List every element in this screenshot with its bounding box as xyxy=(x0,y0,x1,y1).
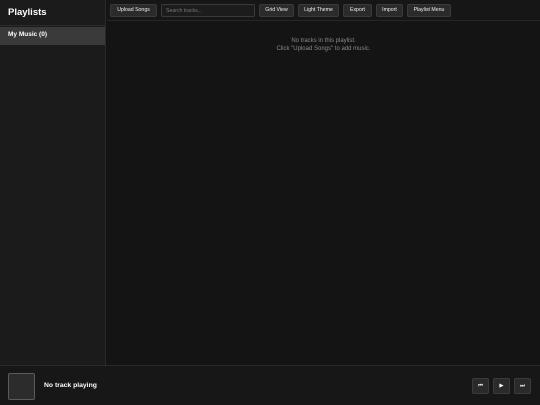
next-button[interactable]: ⏭ xyxy=(514,378,531,394)
upload-songs-button[interactable]: Upload Songs xyxy=(110,4,157,17)
previous-button[interactable]: ⏮ xyxy=(472,378,489,394)
sidebar-item-my-music[interactable]: My Music (0) xyxy=(0,27,105,45)
skip-back-icon: ⏮ xyxy=(478,383,483,389)
main-panel: Upload Songs Grid View Light Theme Expor… xyxy=(107,0,540,365)
play-button[interactable]: ▶ xyxy=(493,378,510,394)
album-cover xyxy=(8,373,35,400)
sidebar-divider xyxy=(0,25,106,26)
music-player-app: Playlists My Music (0) Upload Songs Grid… xyxy=(0,0,540,405)
play-icon: ▶ xyxy=(499,383,504,389)
player-bar: No track playing ⏮ ▶ ⏭ xyxy=(0,365,540,405)
sidebar-item-label: My Music (0) xyxy=(8,31,48,38)
toolbar: Upload Songs Grid View Light Theme Expor… xyxy=(107,0,540,21)
sidebar: Playlists My Music (0) xyxy=(0,0,106,365)
import-button[interactable]: Import xyxy=(376,4,403,17)
empty-state: No tracks in this playlist. Click "Uploa… xyxy=(107,38,540,53)
grid-view-button[interactable]: Grid View xyxy=(259,4,294,17)
light-theme-button[interactable]: Light Theme xyxy=(298,4,339,17)
playlist-menu-button[interactable]: Playlist Menu xyxy=(407,4,451,17)
skip-forward-icon: ⏭ xyxy=(520,383,525,389)
search-input[interactable] xyxy=(161,4,255,17)
sidebar-title: Playlists xyxy=(8,7,47,18)
empty-state-hint: Click "Upload Songs" to add music. xyxy=(276,45,371,52)
empty-state-message: No tracks in this playlist. xyxy=(291,38,356,44)
now-playing-title: No track playing xyxy=(44,382,97,389)
export-button[interactable]: Export xyxy=(343,4,372,17)
